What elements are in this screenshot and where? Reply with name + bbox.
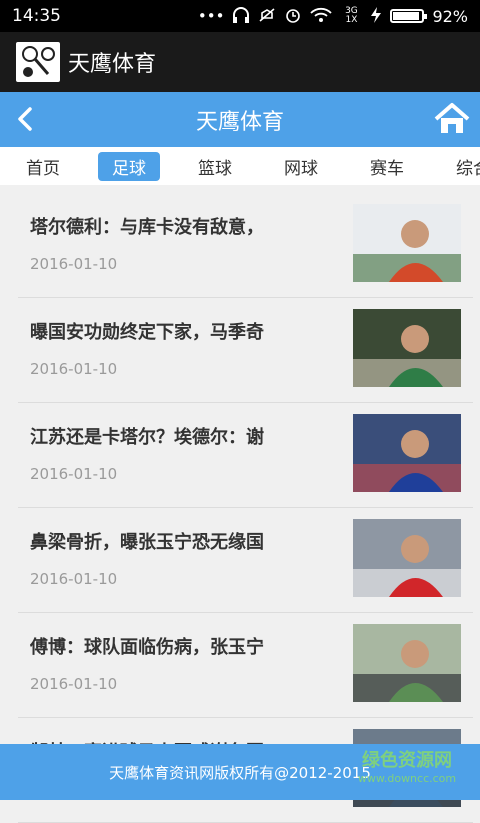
more-icon: ••• — [197, 6, 225, 25]
tab-label: 赛车 — [370, 158, 404, 179]
tab-3[interactable]: 网球 — [258, 154, 344, 179]
article-thumbnail — [353, 204, 461, 282]
article-date: 2016-01-10 — [30, 255, 118, 273]
battery-percent: 92% — [432, 6, 468, 26]
article-date: 2016-01-10 — [30, 465, 118, 483]
mute-icon — [258, 7, 276, 26]
list-item[interactable]: 傅博：球队面临伤病，张玉宁 2016-01-10 — [18, 613, 473, 718]
watermark-name: 绿色资源网 — [362, 750, 452, 771]
app-title: 天鹰体育 — [68, 52, 157, 77]
tab-label: 足球 — [98, 151, 160, 181]
tab-label: 综合 — [456, 158, 480, 179]
battery-level — [393, 12, 420, 20]
footer-copyright: 天鹰体育资讯网版权所有@2012-2015 — [109, 763, 371, 782]
watermark-url: www.downcc.com — [357, 772, 457, 785]
tab-0[interactable]: 首页 — [0, 154, 86, 179]
article-thumbnail — [353, 624, 461, 702]
article-title: 鼻梁骨折，曝张玉宁恐无缘国 — [30, 532, 264, 553]
category-tabs: 首页 足球 篮球 网球 赛车 综合 — [0, 147, 480, 185]
list-item[interactable]: 江苏还是卡塔尔？埃德尔：谢 2016-01-10 — [18, 403, 473, 508]
home-icon[interactable] — [434, 102, 470, 136]
tab-label: 网球 — [284, 158, 318, 179]
app-logo — [16, 42, 60, 82]
battery-icon — [390, 9, 428, 23]
wifi-icon — [310, 7, 333, 26]
headset-icon — [232, 6, 250, 26]
tab-2[interactable]: 篮球 — [172, 154, 258, 179]
article-title: 傅博：球队面临伤病，张玉宁 — [30, 637, 264, 658]
article-list: 塔尔德利：与库卡没有敌意， 2016-01-10 曝国安功勋终定下家，马季奇 2016… — [18, 193, 473, 823]
chevron-left-icon[interactable] — [10, 102, 40, 136]
article-title: 曝国安功勋终定下家，马季奇 — [30, 322, 264, 343]
watermark-logo: 绿色资源网 www.downcc.com — [348, 752, 466, 788]
status-icons: ••• 3G 1X 92% — [198, 6, 468, 27]
signal-icon: 3G 1X — [340, 7, 362, 25]
tab-4[interactable]: 赛车 — [344, 154, 430, 179]
article-date: 2016-01-10 — [30, 360, 118, 378]
tab-label: 篮球 — [198, 158, 232, 179]
article-title: 江苏还是卡塔尔？埃德尔：谢 — [30, 427, 264, 448]
article-thumbnail — [353, 519, 461, 597]
tab-label: 首页 — [26, 158, 60, 179]
status-bar: 14:35 ••• 3G 1X 92% — [0, 0, 480, 32]
list-item[interactable]: 曝国安功勋终定下家，马季奇 2016-01-10 — [18, 298, 473, 403]
tab-1[interactable]: 足球 — [86, 151, 172, 181]
article-thumbnail — [353, 309, 461, 387]
nav-bar: 天鹰体育 — [0, 92, 480, 147]
list-item[interactable]: 塔尔德利：与库卡没有敌意， 2016-01-10 — [18, 193, 473, 298]
nav-title: 天鹰体育 — [195, 109, 284, 135]
charging-icon — [370, 6, 382, 26]
article-date: 2016-01-10 — [30, 675, 118, 693]
article-date: 2016-01-10 — [30, 570, 118, 588]
tab-5[interactable]: 综合 — [430, 154, 480, 179]
article-thumbnail — [353, 414, 461, 492]
article-title: 塔尔德利：与库卡没有敌意， — [30, 217, 264, 238]
app-bar: 天鹰体育 — [0, 32, 480, 92]
alarm-icon — [284, 6, 302, 27]
list-item[interactable]: 鼻梁骨折，曝张玉宁恐无缘国 2016-01-10 — [18, 508, 473, 613]
signal-label: 3G 1X — [345, 6, 358, 25]
status-time: 14:35 — [12, 6, 61, 26]
